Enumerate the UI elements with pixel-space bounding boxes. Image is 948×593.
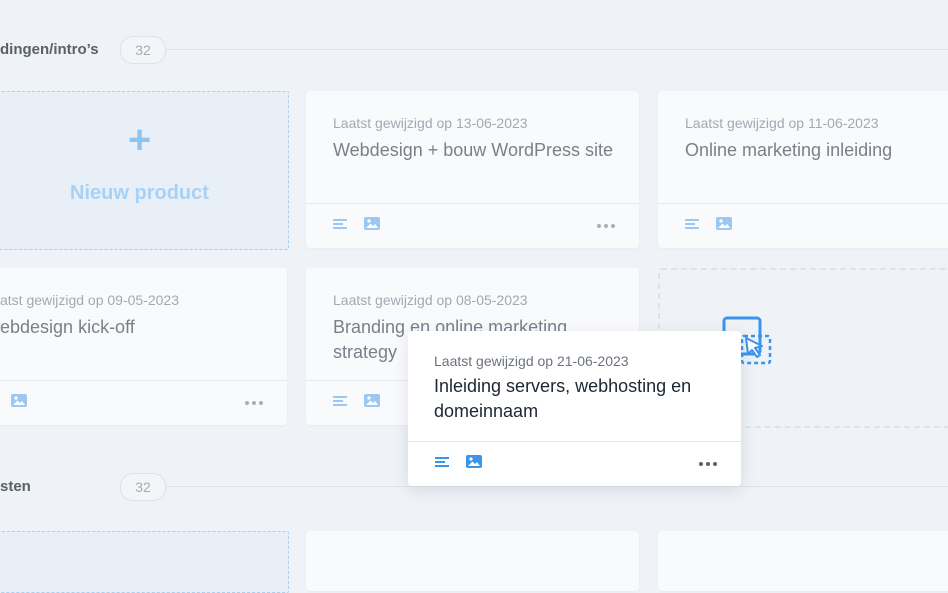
text-lines-icon[interactable]: [333, 219, 347, 231]
card-title: Online marketing inleiding: [685, 140, 893, 160]
card-title: Webdesign + bouw WordPress site: [333, 140, 613, 160]
more-dots-icon[interactable]: [696, 462, 717, 466]
card-footer: [0, 380, 287, 425]
product-card[interactable]: atst gewijzigd op 09-05-2023 ebdesign ki…: [0, 268, 287, 425]
section-header-intros: dingen/intro’s 32: [0, 36, 948, 64]
product-card[interactable]: [658, 531, 948, 591]
section-divider: [165, 486, 948, 487]
card-footer: [306, 203, 639, 248]
text-lines-icon[interactable]: [333, 396, 347, 408]
card-footer: [658, 203, 948, 248]
more-dots-icon[interactable]: [594, 224, 615, 228]
new-product-button[interactable]: [0, 531, 289, 593]
image-icon[interactable]: [364, 394, 380, 407]
card-date: Laatst gewijzigd op 13-06-2023: [333, 115, 528, 131]
more-dots-icon[interactable]: [242, 401, 263, 405]
card-date: Laatst gewijzigd op 11-06-2023: [685, 115, 879, 131]
image-icon[interactable]: [364, 217, 380, 230]
section-divider: [165, 49, 948, 50]
count-badge: 32: [120, 36, 166, 64]
image-icon[interactable]: [466, 455, 482, 468]
product-card[interactable]: Laatst gewijzigd op 13-06-2023 Webdesign…: [306, 91, 639, 248]
plus-icon: +: [127, 118, 152, 162]
card-date: atst gewijzigd op 09-05-2023: [0, 292, 180, 308]
count-badge: 32: [120, 473, 166, 501]
image-icon[interactable]: [716, 217, 732, 230]
card-title: ebdesign kick-off: [0, 317, 135, 337]
card-title: Inleiding servers, webhosting en domeinn…: [434, 376, 692, 421]
card-date: Laatst gewijzigd op 08-05-2023: [333, 292, 528, 308]
new-product-label: Nieuw product: [70, 182, 209, 204]
card-date: Laatst gewijzigd op 21-06-2023: [434, 353, 629, 369]
new-product-button[interactable]: + Nieuw product: [0, 91, 289, 250]
text-lines-icon[interactable]: [435, 457, 449, 469]
text-lines-icon[interactable]: [685, 219, 699, 231]
card-footer: [408, 441, 741, 486]
image-icon[interactable]: [11, 394, 27, 407]
dragged-product-card[interactable]: Laatst gewijzigd op 21-06-2023 Inleiding…: [408, 331, 741, 486]
section-title: dingen/intro’s: [0, 41, 99, 58]
section-title: sten: [0, 478, 31, 495]
product-card[interactable]: Laatst gewijzigd op 11-06-2023 Online ma…: [658, 91, 948, 248]
product-card[interactable]: [306, 531, 639, 591]
